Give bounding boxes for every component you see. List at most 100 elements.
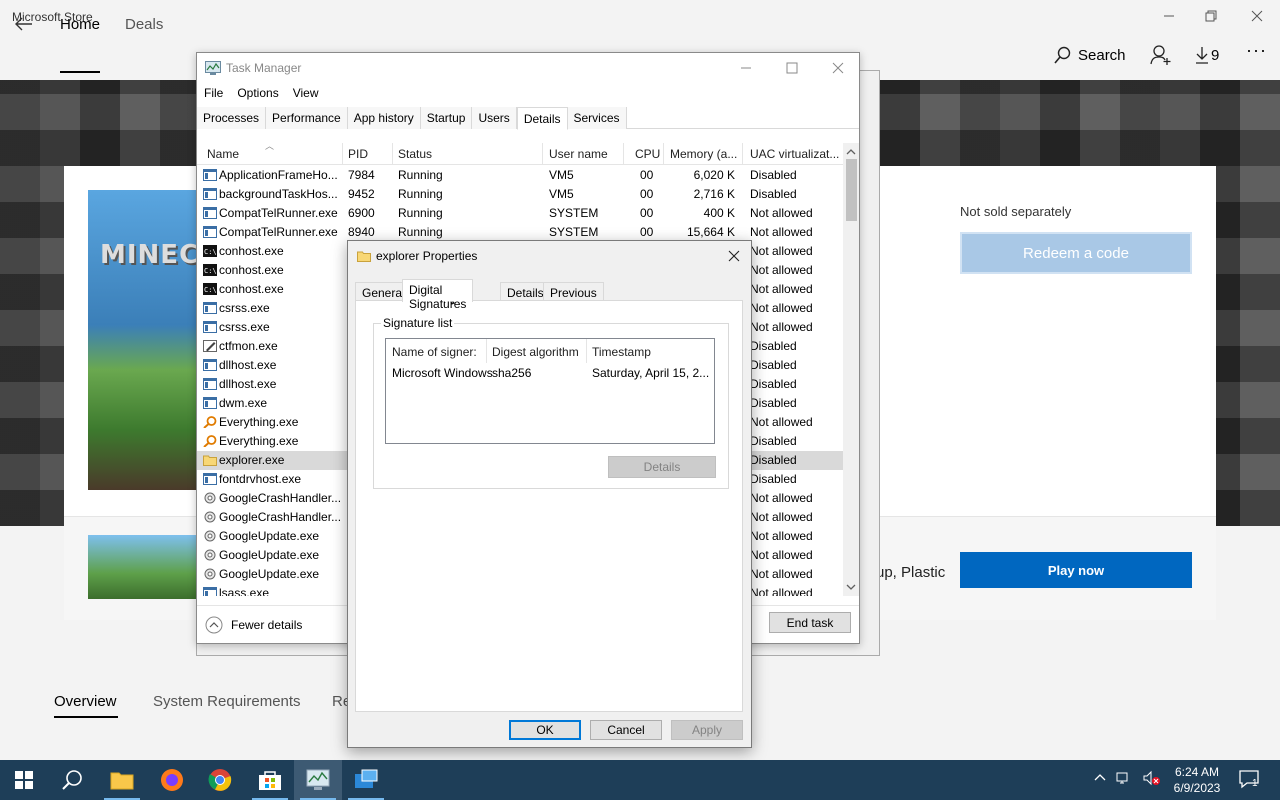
nav-home[interactable]: Home bbox=[60, 16, 100, 33]
tab-performance[interactable]: Performance bbox=[266, 107, 348, 129]
col-divider[interactable] bbox=[586, 339, 587, 363]
ok-button[interactable]: OK bbox=[509, 720, 581, 740]
col-divider[interactable] bbox=[486, 339, 487, 363]
signature-list[interactable]: Name of signer: Digest algorithm Timesta… bbox=[385, 338, 715, 444]
account-button[interactable] bbox=[1150, 44, 1172, 66]
col-cpu[interactable]: CPU bbox=[635, 147, 660, 161]
taskbar-search-button[interactable] bbox=[48, 760, 96, 800]
store-close-button[interactable] bbox=[1234, 0, 1280, 32]
chevron-up-icon[interactable] bbox=[1094, 772, 1106, 784]
taskbar-chrome[interactable] bbox=[196, 760, 244, 800]
process-memory: 15,664 K bbox=[686, 225, 735, 239]
network-icon[interactable] bbox=[1116, 770, 1132, 786]
process-uac: Disabled bbox=[750, 472, 797, 486]
process-name: CompatTelRunner.exe bbox=[219, 206, 338, 220]
fewer-details-button[interactable]: Fewer details bbox=[205, 616, 302, 634]
process-cpu: 00 bbox=[640, 187, 654, 201]
taskbar-microsoft-store[interactable] bbox=[246, 760, 294, 800]
process-uac: Not allowed bbox=[750, 282, 813, 296]
col-user-name[interactable]: User name bbox=[549, 147, 608, 161]
process-cpu: 00 bbox=[640, 168, 654, 182]
col-divider[interactable] bbox=[342, 143, 343, 165]
folder-icon bbox=[357, 250, 371, 262]
tab-startup[interactable]: Startup bbox=[420, 107, 473, 129]
menu-file[interactable]: File bbox=[197, 83, 230, 103]
process-name: conhost.exe bbox=[219, 282, 284, 296]
nav-deals[interactable]: Deals bbox=[125, 16, 163, 33]
tab-processes[interactable]: Processes bbox=[197, 107, 267, 129]
folder-icon bbox=[110, 772, 134, 790]
taskbar-clock[interactable]: 6:24 AM 6/9/2023 bbox=[1166, 764, 1228, 796]
tm-close-button[interactable] bbox=[815, 53, 861, 83]
process-uac: Disabled bbox=[750, 187, 797, 201]
console-icon: C:\ bbox=[203, 283, 217, 295]
close-icon bbox=[728, 250, 740, 262]
apply-button[interactable]: Apply bbox=[671, 720, 743, 740]
tab-details[interactable]: Details bbox=[516, 107, 568, 130]
tab-previous-versions[interactable]: Previous Versions bbox=[543, 282, 604, 314]
play-now-button[interactable]: Play now bbox=[960, 552, 1192, 588]
col-signer[interactable]: Name of signer: bbox=[392, 345, 477, 359]
account-icon bbox=[1150, 45, 1171, 65]
process-uac: Not allowed bbox=[750, 491, 813, 505]
properties-close-button[interactable] bbox=[722, 245, 746, 267]
tab-digital-signatures[interactable]: Digital Signatures bbox=[402, 279, 474, 311]
col-divider[interactable] bbox=[542, 143, 543, 165]
svg-text:C:\: C:\ bbox=[204, 286, 217, 294]
signer-name[interactable]: Microsoft Windows bbox=[392, 366, 493, 380]
back-button[interactable] bbox=[10, 12, 38, 36]
tab-system-requirements[interactable]: System Requirements bbox=[153, 693, 301, 710]
signature-details-button[interactable]: Details bbox=[608, 456, 716, 478]
col-memory[interactable]: Memory (a... bbox=[670, 147, 737, 161]
tm-maximize-button[interactable] bbox=[769, 53, 815, 83]
start-button[interactable] bbox=[0, 760, 48, 800]
tab-services[interactable]: Services bbox=[567, 107, 627, 129]
tm-scrollbar-thumb[interactable] bbox=[846, 159, 857, 221]
redeem-code-button[interactable]: Redeem a code bbox=[960, 232, 1192, 274]
process-name: GoogleCrashHandler... bbox=[219, 491, 341, 505]
taskbar-task-manager[interactable] bbox=[294, 760, 342, 800]
col-divider[interactable] bbox=[663, 143, 664, 165]
col-name[interactable]: Name bbox=[207, 147, 239, 161]
col-timestamp[interactable]: Timestamp bbox=[592, 345, 651, 359]
digest-algorithm[interactable]: sha256 bbox=[492, 366, 531, 380]
col-divider[interactable] bbox=[392, 143, 393, 165]
tm-minimize-button[interactable] bbox=[723, 53, 769, 83]
search-button[interactable]: Search bbox=[1054, 46, 1126, 64]
store-restore-button[interactable] bbox=[1188, 0, 1234, 32]
volume-muted-icon[interactable] bbox=[1142, 770, 1160, 786]
col-status[interactable]: Status bbox=[398, 147, 432, 161]
process-name: csrss.exe bbox=[219, 320, 270, 334]
process-pid: 7984 bbox=[348, 168, 375, 182]
taskbar-remote-app[interactable] bbox=[342, 760, 390, 800]
svg-text:C:\: C:\ bbox=[204, 248, 217, 256]
col-digest[interactable]: Digest algorithm bbox=[492, 345, 579, 359]
col-pid[interactable]: PID bbox=[348, 147, 368, 161]
properties-dialog: explorer Properties General Digital Sign… bbox=[347, 240, 752, 748]
taskbar-file-explorer[interactable] bbox=[98, 760, 146, 800]
process-uac: Not allowed bbox=[750, 529, 813, 543]
col-divider[interactable] bbox=[623, 143, 624, 165]
cancel-button[interactable]: Cancel bbox=[590, 720, 662, 740]
fewer-details-label: Fewer details bbox=[231, 618, 303, 632]
table-row[interactable]: ApplicationFrameHo... 7984 Running VM5 00 6,0… bbox=[197, 166, 843, 185]
taskbar-firefox[interactable] bbox=[148, 760, 196, 800]
table-row[interactable]: CompatTelRunner.exe 6900 Running SYSTEM 00 40… bbox=[197, 204, 843, 223]
notification-center-button[interactable]: 1 bbox=[1238, 768, 1262, 792]
process-pid: 6900 bbox=[348, 206, 375, 220]
tab-users[interactable]: Users bbox=[472, 107, 517, 129]
col-divider[interactable] bbox=[742, 143, 743, 165]
more-options-button[interactable]: ··· bbox=[1246, 40, 1267, 61]
store-minimize-button[interactable] bbox=[1146, 0, 1192, 32]
table-row[interactable]: backgroundTaskHos... 9452 Running VM5 00 2,71… bbox=[197, 185, 843, 204]
tab-overview[interactable]: Overview bbox=[54, 693, 117, 710]
menu-options[interactable]: Options bbox=[230, 83, 285, 103]
tab-app-history[interactable]: App history bbox=[347, 107, 421, 129]
col-uac[interactable]: UAC virtualizat... bbox=[750, 147, 839, 161]
process-uac: Not allowed bbox=[750, 510, 813, 524]
end-task-button[interactable]: End task bbox=[769, 612, 851, 633]
menu-view[interactable]: View bbox=[286, 83, 326, 103]
bundle-thumbnail[interactable] bbox=[88, 535, 200, 599]
downloads-button[interactable]: 9 bbox=[1195, 46, 1219, 64]
timestamp-value[interactable]: Saturday, April 15, 2... bbox=[592, 366, 709, 380]
